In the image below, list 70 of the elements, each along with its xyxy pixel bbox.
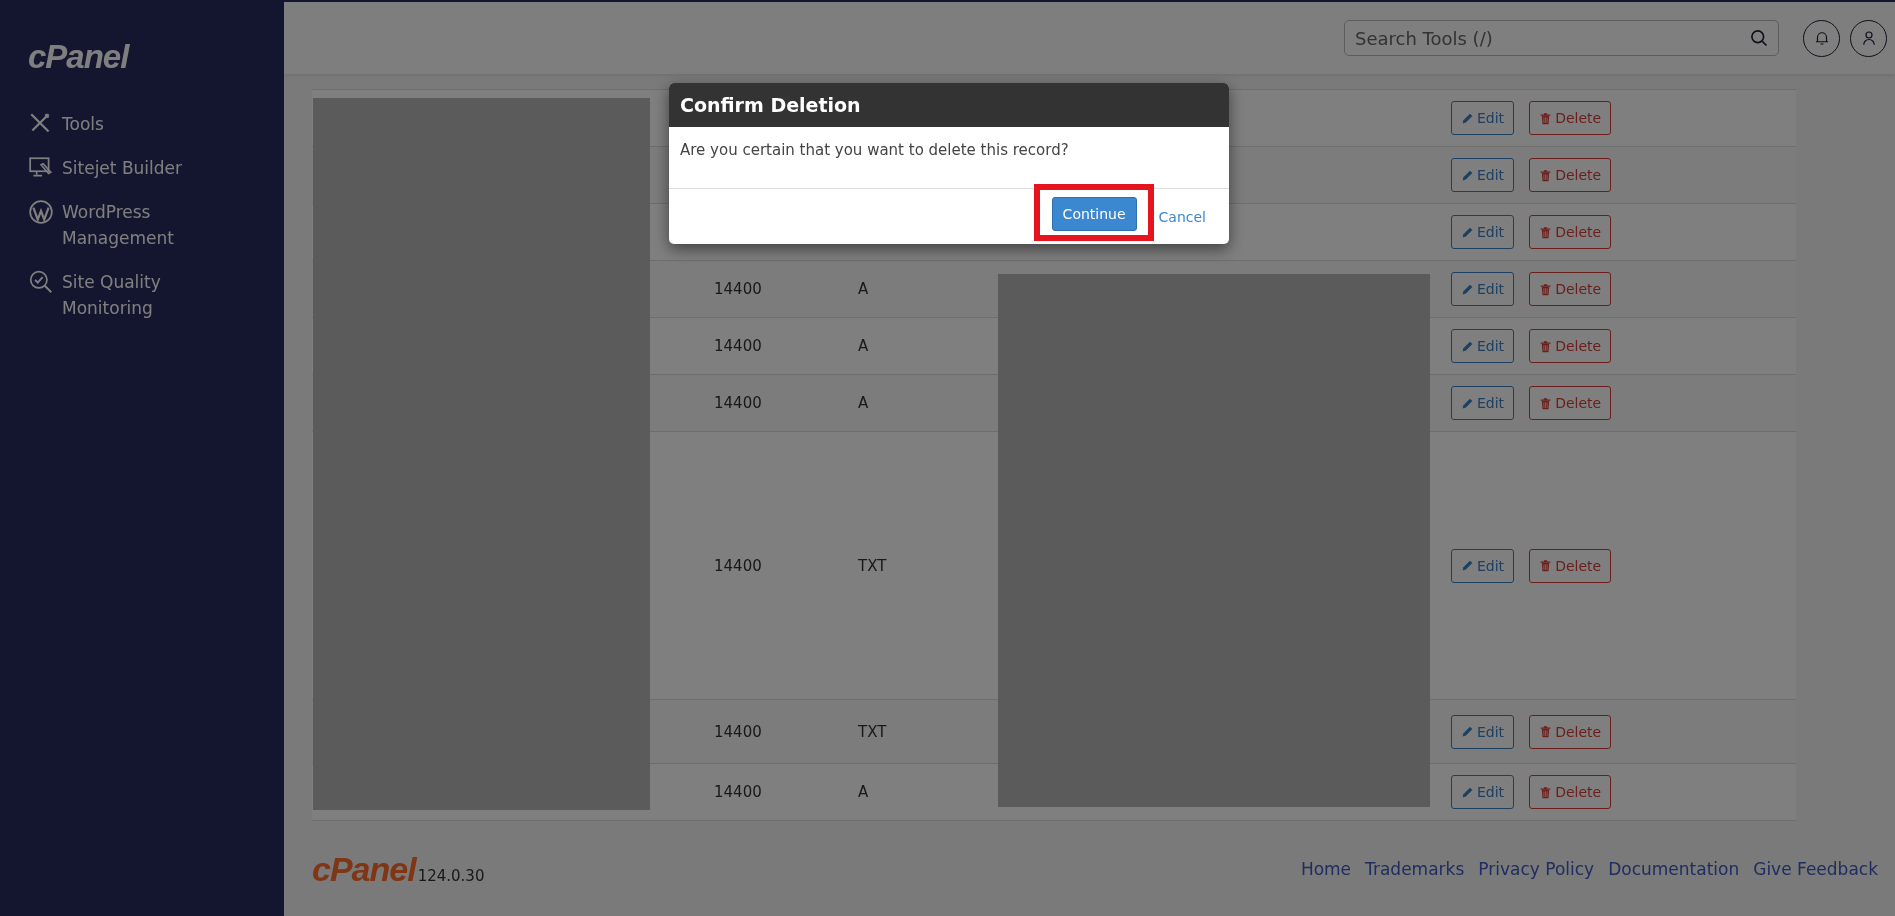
type-cell: A	[858, 337, 869, 355]
ttl-cell: 14400	[714, 556, 762, 575]
continue-button[interactable]: Continue	[1051, 197, 1137, 231]
sidebar-item[interactable]: Tools	[28, 111, 208, 137]
delete-button[interactable]: Delete	[1529, 775, 1612, 809]
pencil-icon	[1461, 339, 1474, 353]
delete-button[interactable]: Delete	[1529, 329, 1612, 363]
type-cell: A	[858, 394, 869, 412]
trash-icon	[1539, 339, 1553, 353]
pencil-icon	[1461, 725, 1474, 738]
edit-button[interactable]: Edit	[1451, 548, 1515, 583]
trash-icon	[1539, 168, 1553, 182]
ttl-cell: 14400	[714, 394, 762, 412]
pencil-icon	[1461, 168, 1474, 182]
pencil-icon	[1461, 785, 1474, 799]
delete-button[interactable]: Delete	[1529, 101, 1612, 135]
dialog-message: Are you certain that you want to delete this record?	[669, 127, 1229, 189]
ttl-cell: 14400	[714, 783, 762, 801]
delete-button[interactable]: Delete	[1529, 714, 1612, 749]
pencil-icon	[1461, 225, 1474, 239]
wordpress-icon	[28, 199, 54, 225]
search-icon	[1749, 28, 1769, 48]
delete-button[interactable]: Delete	[1529, 386, 1612, 420]
ttl-cell: 14400	[714, 722, 762, 741]
footer-link[interactable]: Documentation	[1608, 858, 1740, 879]
ttl-cell: 14400	[714, 280, 762, 298]
magnifier-check-icon	[28, 269, 54, 295]
edit-button[interactable]: Edit	[1451, 329, 1515, 363]
delete-button[interactable]: Delete	[1529, 158, 1612, 192]
pencil-icon	[1461, 282, 1474, 296]
ttl-cell: 14400	[714, 337, 762, 355]
footer-link[interactable]: Privacy Policy	[1478, 858, 1595, 879]
dialog-title: Confirm Deletion	[669, 83, 1229, 127]
trash-icon	[1539, 396, 1553, 410]
version-text: 124.0.30	[417, 866, 485, 885]
pencil-icon	[1461, 559, 1474, 572]
edit-button[interactable]: Edit	[1451, 386, 1515, 420]
notifications-button[interactable]	[1803, 19, 1840, 57]
type-cell: TXT	[858, 722, 887, 741]
footer-link[interactable]: Trademarks	[1365, 858, 1465, 879]
footer-link[interactable]: Give Feedback	[1753, 858, 1878, 879]
type-cell: TXT	[858, 556, 887, 575]
sidebar-item[interactable]: Site Quality Monitoring	[28, 269, 208, 321]
edit-button[interactable]: Edit	[1451, 714, 1515, 749]
search-field[interactable]: Search Tools (/)	[1344, 20, 1779, 56]
edit-button[interactable]: Edit	[1451, 775, 1515, 809]
cpanel-logo[interactable]: cPanel	[28, 38, 129, 76]
type-cell: A	[858, 783, 869, 801]
delete-button[interactable]: Delete	[1529, 272, 1612, 306]
cpanel-logo[interactable]: cPanel	[312, 852, 416, 885]
delete-button[interactable]: Delete	[1529, 548, 1612, 583]
edit-button[interactable]: Edit	[1451, 272, 1515, 306]
type-cell: A	[858, 280, 869, 298]
sidebar-item[interactable]: WordPress Management	[28, 199, 208, 251]
trash-icon	[1539, 725, 1553, 738]
sidebar-item[interactable]: Sitejet Builder	[28, 155, 208, 181]
delete-button[interactable]: Delete	[1529, 215, 1612, 249]
pencil-icon	[1461, 111, 1474, 125]
pencil-icon	[1461, 396, 1474, 410]
trash-icon	[1539, 785, 1553, 799]
edit-button[interactable]: Edit	[1451, 101, 1515, 135]
edit-button[interactable]: Edit	[1451, 158, 1515, 192]
trash-icon	[1539, 282, 1553, 296]
edit-button[interactable]: Edit	[1451, 215, 1515, 249]
trash-icon	[1539, 559, 1553, 572]
user-button[interactable]	[1850, 19, 1887, 57]
cancel-link[interactable]: Cancel	[1158, 208, 1206, 225]
trash-icon	[1539, 225, 1553, 239]
footer-link[interactable]: Home	[1300, 858, 1352, 879]
trash-icon	[1539, 111, 1553, 125]
